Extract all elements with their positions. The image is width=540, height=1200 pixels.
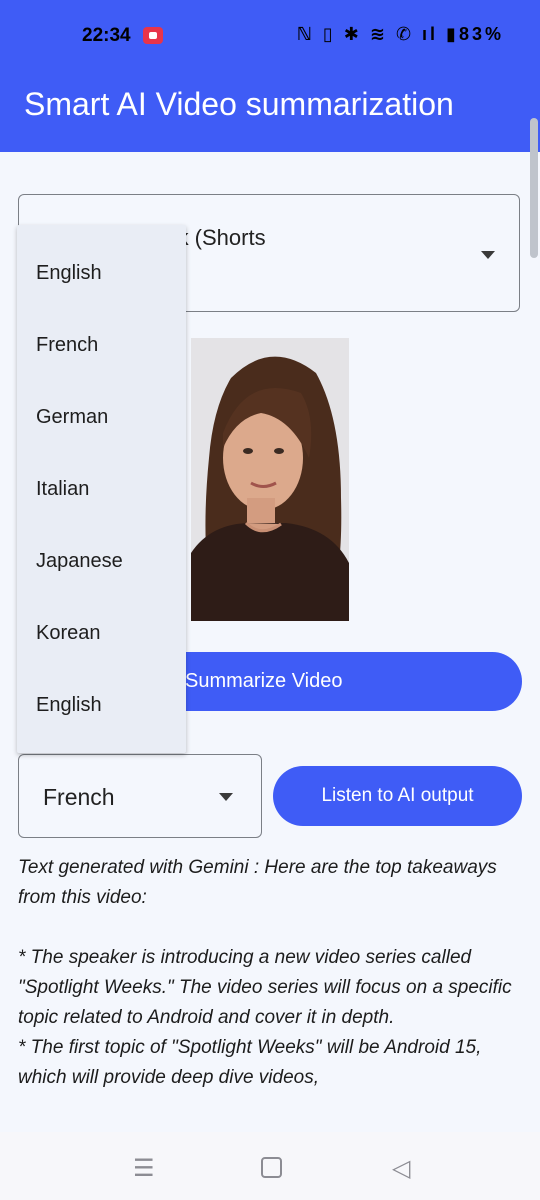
chevron-down-icon: [481, 251, 495, 259]
listen-ai-output-button[interactable]: Listen to AI output: [273, 766, 522, 826]
chevron-down-icon: [219, 793, 233, 801]
back-icon[interactable]: ◁: [392, 1154, 410, 1183]
ai-output-text: Text generated with Gemini : Here are th…: [18, 853, 518, 1118]
listen-ai-output-label: Listen to AI output: [321, 785, 474, 806]
recents-menu-icon[interactable]: ☰: [133, 1154, 155, 1183]
app-title: Smart AI Video summarization: [24, 86, 454, 122]
home-icon[interactable]: [261, 1157, 282, 1178]
dropdown-item-japanese[interactable]: Japanese: [36, 550, 123, 573]
dropdown-item-korean[interactable]: Korean: [36, 622, 101, 645]
dropdown-item-french[interactable]: French: [36, 334, 98, 357]
status-time: 22:34: [82, 25, 131, 46]
screen-record-icon: [143, 27, 163, 44]
system-nav-bar: ☰ ◁: [0, 1132, 540, 1200]
dropdown-item-italian[interactable]: Italian: [36, 478, 89, 501]
speaker-portrait: [191, 338, 349, 621]
dropdown-item-german[interactable]: German: [36, 406, 108, 429]
ai-output-paragraph: Text generated with Gemini : Here are th…: [18, 857, 512, 1088]
dropdown-item-english-2[interactable]: English: [36, 694, 102, 717]
language-selector[interactable]: French: [18, 754, 262, 838]
app-bar: Smart AI Video summarization: [0, 72, 540, 152]
scrollbar[interactable]: [530, 118, 538, 258]
status-icons-glyphs: ℕ ▯ ✱ ≋ ✆ ıl ▮: [296, 24, 459, 44]
battery-percent: 83%: [458, 24, 504, 44]
language-selector-value: French: [43, 784, 115, 810]
status-bar: 22:34 ℕ ▯ ✱ ≋ ✆ ıl ▮83%: [0, 0, 540, 72]
status-icons: ℕ ▯ ✱ ≋ ✆ ıl ▮83%: [297, 24, 504, 45]
language-dropdown-menu: English French German Italian Japanese K…: [17, 225, 186, 753]
dropdown-item-english[interactable]: English: [36, 262, 102, 285]
video-thumbnail: [191, 338, 349, 621]
summarize-video-label: Summarize Video: [185, 670, 343, 692]
